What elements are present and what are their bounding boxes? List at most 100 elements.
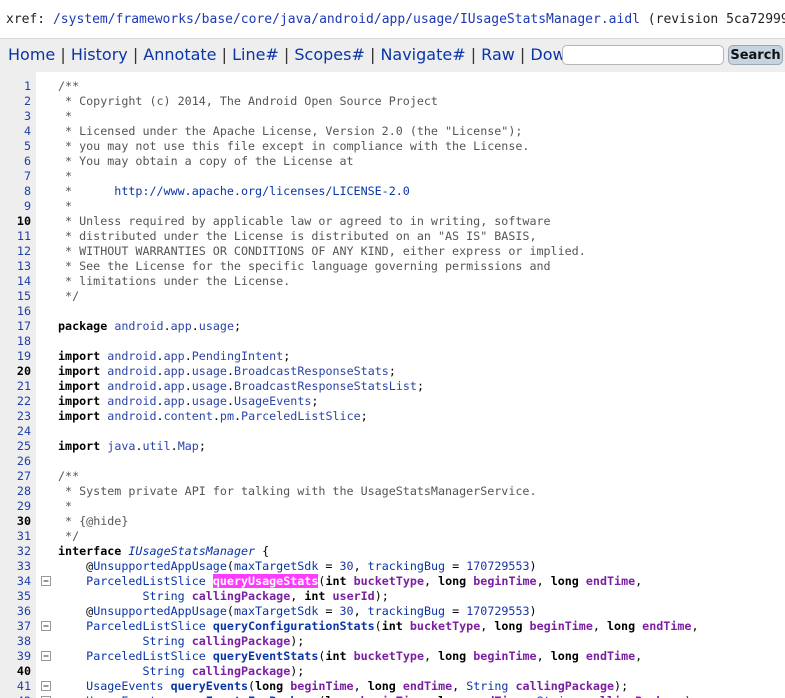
- code-token[interactable]: android: [107, 364, 156, 378]
- code-token[interactable]: queryEvents: [171, 679, 248, 693]
- collapse-fold-icon[interactable]: [41, 681, 51, 691]
- code-token[interactable]: String: [537, 694, 579, 698]
- line-number[interactable]: 40: [0, 664, 31, 679]
- code-token[interactable]: pm: [220, 409, 234, 423]
- code-token[interactable]: UsageEvents: [86, 694, 163, 698]
- line-number[interactable]: 21: [0, 379, 31, 394]
- search-input[interactable]: [562, 45, 724, 65]
- line-number[interactable]: 5: [0, 139, 31, 154]
- line-number[interactable]: 14: [0, 274, 31, 289]
- code-token[interactable]: app: [171, 319, 192, 333]
- nav-raw-link[interactable]: Raw: [481, 45, 515, 64]
- code-token[interactable]: queryConfigurationStats: [213, 619, 375, 633]
- line-number[interactable]: 19: [0, 349, 31, 364]
- code-token[interactable]: String: [142, 634, 184, 648]
- nav-navigate-link[interactable]: Navigate#: [380, 45, 465, 64]
- line-number[interactable]: 16: [0, 304, 31, 319]
- code-token[interactable]: PendingIntent: [192, 349, 283, 363]
- code-token[interactable]: UnsupportedAppUsage: [93, 559, 227, 573]
- line-number[interactable]: 26: [0, 454, 31, 469]
- line-number[interactable]: 22: [0, 394, 31, 409]
- code-token[interactable]: content: [164, 409, 213, 423]
- line-number[interactable]: 35: [0, 589, 31, 604]
- line-number[interactable]: 13: [0, 259, 31, 274]
- code-token[interactable]: util: [142, 439, 170, 453]
- code-token[interactable]: app: [164, 394, 185, 408]
- code-token[interactable]: java: [107, 439, 135, 453]
- search-highlight[interactable]: queryUsageStats: [212, 574, 319, 588]
- code-token[interactable]: maxTargetSdk: [234, 604, 318, 618]
- code-token[interactable]: String: [142, 589, 184, 603]
- line-number[interactable]: 20: [0, 364, 31, 379]
- code-token[interactable]: ParceledListSlice: [86, 619, 206, 633]
- line-number[interactable]: 37: [0, 619, 31, 634]
- code-token[interactable]: app: [164, 379, 185, 393]
- code-token[interactable]: usage: [192, 364, 227, 378]
- nav-history-link[interactable]: History: [71, 45, 128, 64]
- line-number[interactable]: 8: [0, 184, 31, 199]
- code-token[interactable]: android: [114, 319, 163, 333]
- code-token[interactable]: ParceledListSlice: [86, 574, 206, 588]
- nav-annotate-link[interactable]: Annotate: [143, 45, 216, 64]
- line-number[interactable]: 18: [0, 334, 31, 349]
- code-token[interactable]: UsageEvents: [234, 394, 311, 408]
- nav-line-numbers-link[interactable]: Line#: [232, 45, 279, 64]
- line-number[interactable]: 39: [0, 649, 31, 664]
- line-number[interactable]: 23: [0, 409, 31, 424]
- line-number[interactable]: 33: [0, 559, 31, 574]
- search-button[interactable]: Search: [728, 45, 783, 65]
- code-token[interactable]: http://www.apache.org/licenses/LICENSE-2…: [114, 184, 410, 198]
- code-token[interactable]: ParceledListSlice: [86, 649, 206, 663]
- line-number[interactable]: 32: [0, 544, 31, 559]
- xref-path[interactable]: /system/frameworks/base/core/java/androi…: [53, 12, 640, 27]
- code-token[interactable]: Map: [178, 439, 199, 453]
- line-number[interactable]: 1: [0, 79, 31, 94]
- code-token[interactable]: android: [107, 379, 156, 393]
- code-token[interactable]: trackingBug: [368, 604, 445, 618]
- code-token[interactable]: String: [142, 664, 184, 678]
- line-number[interactable]: 29: [0, 499, 31, 514]
- line-number[interactable]: 12: [0, 244, 31, 259]
- code-token[interactable]: android: [107, 349, 156, 363]
- code-token[interactable]: usage: [192, 379, 227, 393]
- line-number[interactable]: 41: [0, 679, 31, 694]
- line-number[interactable]: 9: [0, 199, 31, 214]
- line-number[interactable]: 2: [0, 94, 31, 109]
- line-number[interactable]: 25: [0, 439, 31, 454]
- line-number[interactable]: 4: [0, 124, 31, 139]
- line-number[interactable]: 31: [0, 529, 31, 544]
- code-token[interactable]: android: [107, 394, 156, 408]
- line-number[interactable]: 11: [0, 229, 31, 244]
- code-token[interactable]: BroadcastResponseStats: [234, 364, 389, 378]
- nav-scopes-link[interactable]: Scopes#: [294, 45, 364, 64]
- line-number[interactable]: 30: [0, 514, 31, 529]
- nav-home-link[interactable]: Home: [8, 45, 55, 64]
- line-number[interactable]: 3: [0, 109, 31, 124]
- code-token[interactable]: android: [107, 409, 156, 423]
- line-number[interactable]: 42: [0, 694, 31, 698]
- line-number[interactable]: 36: [0, 604, 31, 619]
- code-token[interactable]: ParceledListSlice: [241, 409, 361, 423]
- collapse-fold-icon[interactable]: [41, 651, 51, 661]
- line-number[interactable]: 27: [0, 469, 31, 484]
- code-token[interactable]: queryEventStats: [213, 649, 319, 663]
- code-token[interactable]: String: [466, 679, 508, 693]
- code-token[interactable]: BroadcastResponseStatsList: [234, 379, 417, 393]
- code-token[interactable]: IUsageStatsManager: [128, 544, 255, 558]
- line-number[interactable]: 10: [0, 214, 31, 229]
- code-token[interactable]: maxTargetSdk: [234, 559, 318, 573]
- code-token[interactable]: trackingBug: [368, 559, 445, 573]
- line-number[interactable]: 6: [0, 154, 31, 169]
- line-number[interactable]: 38: [0, 634, 31, 649]
- line-number[interactable]: 15: [0, 289, 31, 304]
- code-token[interactable]: app: [164, 364, 185, 378]
- code-token[interactable]: UnsupportedAppUsage: [93, 604, 227, 618]
- line-number[interactable]: 7: [0, 169, 31, 184]
- code-token[interactable]: usage: [199, 319, 234, 333]
- collapse-fold-icon[interactable]: [41, 576, 51, 586]
- line-number[interactable]: 28: [0, 484, 31, 499]
- code-token[interactable]: queryEventsForPackage: [171, 694, 319, 698]
- code-token[interactable]: UsageEvents: [86, 679, 163, 693]
- line-number[interactable]: 17: [0, 319, 31, 334]
- line-number[interactable]: 24: [0, 424, 31, 439]
